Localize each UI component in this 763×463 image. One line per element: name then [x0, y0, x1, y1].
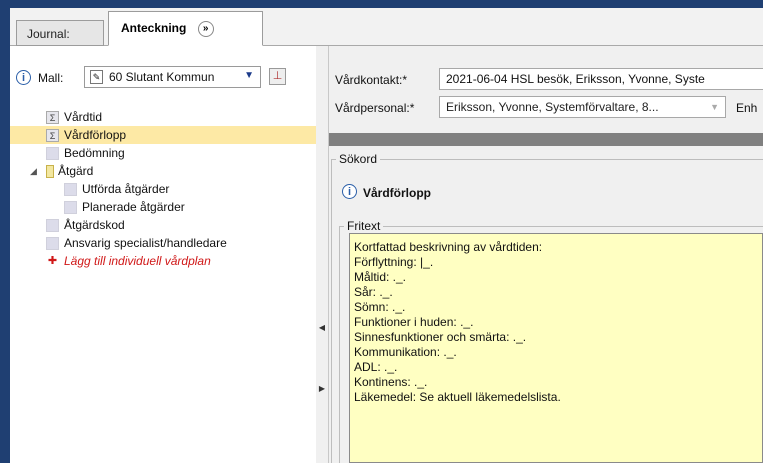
add-plan-icon: ✚ — [47, 255, 58, 268]
enhet-label: Enh — [736, 101, 758, 115]
arrow-left-icon[interactable]: ◀ — [317, 323, 327, 332]
mall-select[interactable]: ✎ 60 Slutant Kommun ▼ — [84, 66, 261, 88]
sigma-icon: Σ — [46, 111, 59, 125]
fritext-line: Förflyttning: |_. — [354, 255, 434, 269]
fritext-line: Funktioner i huden: ._. — [354, 315, 474, 329]
fritext-line: Sinnesfunktioner och smärta: ._. — [354, 330, 527, 344]
sigma-icon: Σ — [46, 129, 59, 143]
tree-item-label: Vårdförlopp — [64, 128, 127, 142]
fritext-line: Läkemedel: Se aktuell läkemedelslista. — [354, 390, 561, 404]
vardpersonal-label: Vårdpersonal:* — [335, 101, 415, 115]
tree-item-vardforlopp[interactable]: Σ Vårdförlopp — [10, 126, 316, 144]
tree-item-ansvarig-specialist[interactable]: Ansvarig specialist/handledare — [10, 234, 316, 252]
tree-item-label: Planerade åtgärder — [82, 200, 185, 214]
tab-anteckning[interactable]: Anteckning » — [108, 11, 263, 46]
tree-item-bedomning[interactable]: Bedömning — [10, 144, 316, 162]
info-icon[interactable]: i — [16, 70, 31, 85]
fritext-line: Sår: ._. — [354, 285, 393, 299]
tab-journal[interactable]: Journal: — [16, 20, 104, 46]
folder-icon — [46, 165, 54, 179]
vardkontakt-field[interactable]: 2021-06-04 HSL besök, Eriksson, Yvonne, … — [439, 68, 763, 90]
chevron-down-icon: ▼ — [244, 70, 254, 81]
tree-item-atgardskod[interactable]: Åtgärdskod — [10, 216, 316, 234]
tree-item-planerade-atgarder[interactable]: Planerade åtgärder — [10, 198, 316, 216]
vardkontakt-label: Vårdkontakt:* — [335, 73, 408, 87]
pane-splitter[interactable]: ◀ ▶ — [316, 46, 329, 463]
tab-anteckning-label: Anteckning — [121, 21, 187, 36]
tree-item-label: Lägg till individuell vårdplan — [64, 254, 211, 268]
fritext-line: Måltid: ._. — [354, 270, 407, 284]
tree-item-label: Utförda åtgärder — [82, 182, 170, 196]
left-pane: i Mall: ✎ 60 Slutant Kommun ▼ ⊥ Σ Vårdtid… — [10, 46, 317, 463]
window-title-strip — [0, 0, 763, 8]
doc-icon — [46, 237, 59, 251]
section-tree: Σ Vårdtid Σ Vårdförlopp Bedömning ◢ Åtgärd… — [10, 108, 316, 270]
tree-item-atgard[interactable]: ◢ Åtgärd — [10, 162, 316, 180]
info-icon[interactable]: i — [342, 184, 357, 199]
mall-row: i Mall: ✎ 60 Slutant Kommun ▼ ⊥ — [16, 66, 312, 90]
mall-label: Mall: — [38, 71, 64, 85]
doc-icon — [64, 201, 77, 215]
tree-item-label: Åtgärd — [58, 164, 94, 178]
section-title: Vårdförlopp — [363, 186, 431, 200]
doc-icon — [46, 219, 59, 233]
mall-select-value: 60 Slutant Kommun — [109, 70, 215, 84]
vardkontakt-value: 2021-06-04 HSL besök, Eriksson, Yvonne, … — [446, 72, 705, 86]
arrow-right-icon[interactable]: ▶ — [317, 384, 327, 393]
tree-item-label: Vårdtid — [64, 110, 103, 124]
tree-item-utforda-atgarder[interactable]: Utförda åtgärder — [10, 180, 316, 198]
window-left-border — [0, 8, 10, 463]
tree-item-label: Ansvarig specialist/handledare — [64, 236, 227, 250]
tab-journal-label: Journal: — [27, 27, 70, 41]
tree-item-vardtid[interactable]: Σ Vårdtid — [10, 108, 316, 126]
template-icon: ✎ — [90, 70, 103, 84]
double-chevron-icon[interactable]: » — [197, 21, 214, 37]
fritext-line: Kontinens: ._. — [354, 375, 428, 389]
fritext-line: Kortfattad beskrivning av vårdtiden: — [354, 240, 543, 254]
fritext-line: Kommunikation: ._. — [354, 345, 457, 359]
sokord-label: Sökord — [336, 152, 381, 166]
doc-icon — [64, 183, 77, 197]
tree-item-label: Åtgärdskod — [64, 218, 125, 232]
vardpersonal-value: Eriksson, Yvonne, Systemförvaltare, 8... — [446, 100, 659, 114]
fritext-line: Sömn: ._. — [354, 300, 406, 314]
tree-item-label: Bedömning — [64, 146, 125, 160]
vardpersonal-select[interactable]: Eriksson, Yvonne, Systemförvaltare, 8...… — [439, 96, 726, 118]
fritext-line: ADL: ._. — [354, 360, 398, 374]
fritext-textarea[interactable]: Kortfattad beskrivning av vårdtiden: För… — [349, 233, 763, 463]
doc-icon — [46, 147, 59, 161]
tree-item-lagg-till-vardplan[interactable]: ✚ Lägg till individuell vårdplan — [10, 252, 316, 270]
person-icon[interactable]: ⊥ — [269, 68, 286, 85]
collapse-arrow-icon[interactable]: ◢ — [30, 162, 37, 180]
fritext-label: Fritext — [344, 219, 384, 233]
header-divider-bar — [329, 133, 763, 146]
chevron-down-icon: ▼ — [710, 102, 719, 112]
tab-bar: Journal: Anteckning » — [10, 8, 763, 46]
